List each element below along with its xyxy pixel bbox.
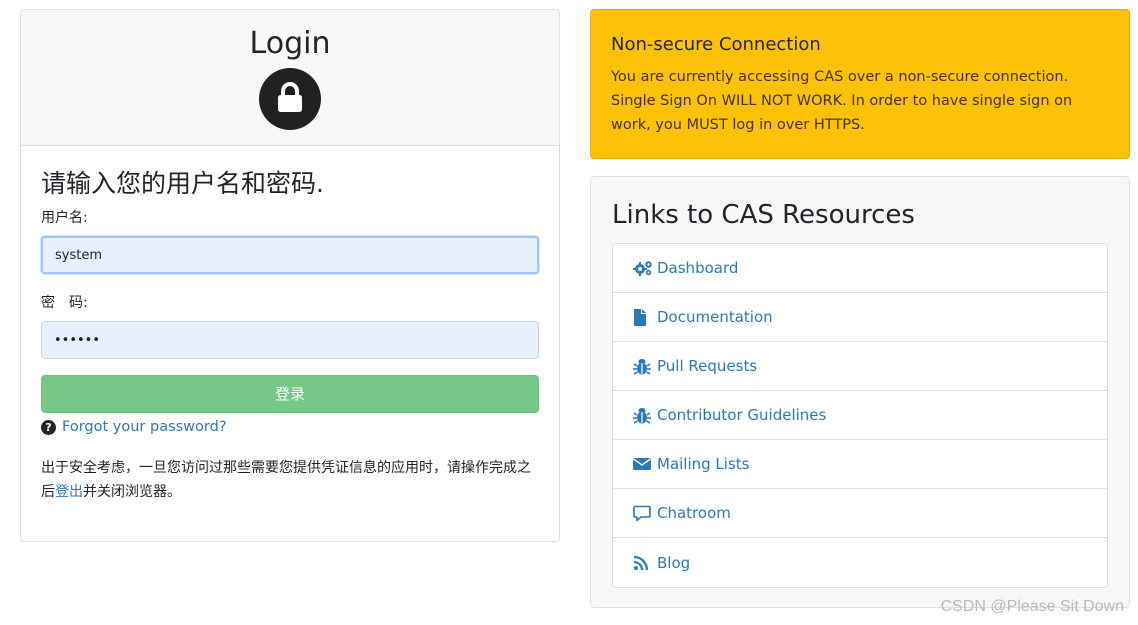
login-form: 请输入您的用户名和密码. 用户名: 密 码: 登录 ? Forgot your … (21, 168, 559, 504)
resources-title: Links to CAS Resources (612, 200, 915, 230)
warning-title: Non-secure Connection (611, 34, 821, 55)
resources-panel: Links to CAS Resources Dashboard Documen… (590, 176, 1130, 608)
non-secure-warning: Non-secure Connection You are currently … (590, 9, 1130, 159)
resource-link-mailing-lists[interactable]: Mailing Lists (657, 455, 749, 473)
resource-item-chatroom[interactable]: Chatroom (613, 489, 1107, 538)
forgot-password-link[interactable]: Forgot your password? (62, 417, 227, 437)
resource-item-dashboard[interactable]: Dashboard (613, 244, 1107, 293)
resource-link-documentation[interactable]: Documentation (657, 308, 773, 326)
security-note-text-end: 并关闭浏览器。 (83, 484, 181, 500)
resource-link-dashboard[interactable]: Dashboard (657, 259, 738, 277)
resource-item-mailing-lists[interactable]: Mailing Lists (613, 440, 1107, 489)
lock-icon (259, 68, 321, 130)
resource-link-blog[interactable]: Blog (657, 554, 690, 572)
resource-link-chatroom[interactable]: Chatroom (657, 504, 731, 522)
username-label: 用户名: (41, 210, 88, 226)
resource-item-contributor-guidelines[interactable]: Contributor Guidelines (613, 391, 1107, 440)
login-header: Login (21, 10, 559, 146)
bug-icon (633, 407, 653, 424)
envelope-icon (633, 457, 653, 471)
password-input[interactable] (41, 321, 539, 359)
password-label: 密 码: (41, 295, 88, 311)
login-prompt: 请输入您的用户名和密码. (41, 169, 324, 198)
resources-list: Dashboard Documentation Pull Requests Co… (612, 243, 1108, 588)
resource-item-pull-requests[interactable]: Pull Requests (613, 342, 1107, 391)
resource-item-documentation[interactable]: Documentation (613, 293, 1107, 342)
warning-text: You are currently accessing CAS over a n… (611, 69, 1073, 133)
file-icon (633, 308, 653, 326)
resource-link-pull-requests[interactable]: Pull Requests (657, 357, 757, 375)
logout-link[interactable]: 登出 (55, 484, 83, 500)
question-circle-icon: ? (41, 419, 56, 435)
security-note: 出于安全考虑，一旦您访问过那些需要您提供凭证信息的应用时，请操作完成之后登出并关… (41, 456, 541, 504)
login-title: Login (249, 26, 331, 61)
watermark: CSDN @Please Sit Down (940, 598, 1124, 615)
username-input[interactable] (41, 236, 539, 274)
resource-link-contributor-guidelines[interactable]: Contributor Guidelines (657, 406, 826, 424)
login-card: Login 请输入您的用户名和密码. 用户名: 密 码: 登录 ? Forgot… (20, 9, 560, 542)
bug-icon (633, 358, 653, 375)
forgot-password-row: ? Forgot your password? (41, 417, 539, 437)
login-button[interactable]: 登录 (41, 375, 539, 413)
rss-icon (633, 555, 653, 571)
comment-icon (633, 505, 653, 522)
cogs-icon (633, 260, 653, 276)
resource-item-blog[interactable]: Blog (613, 538, 1107, 587)
